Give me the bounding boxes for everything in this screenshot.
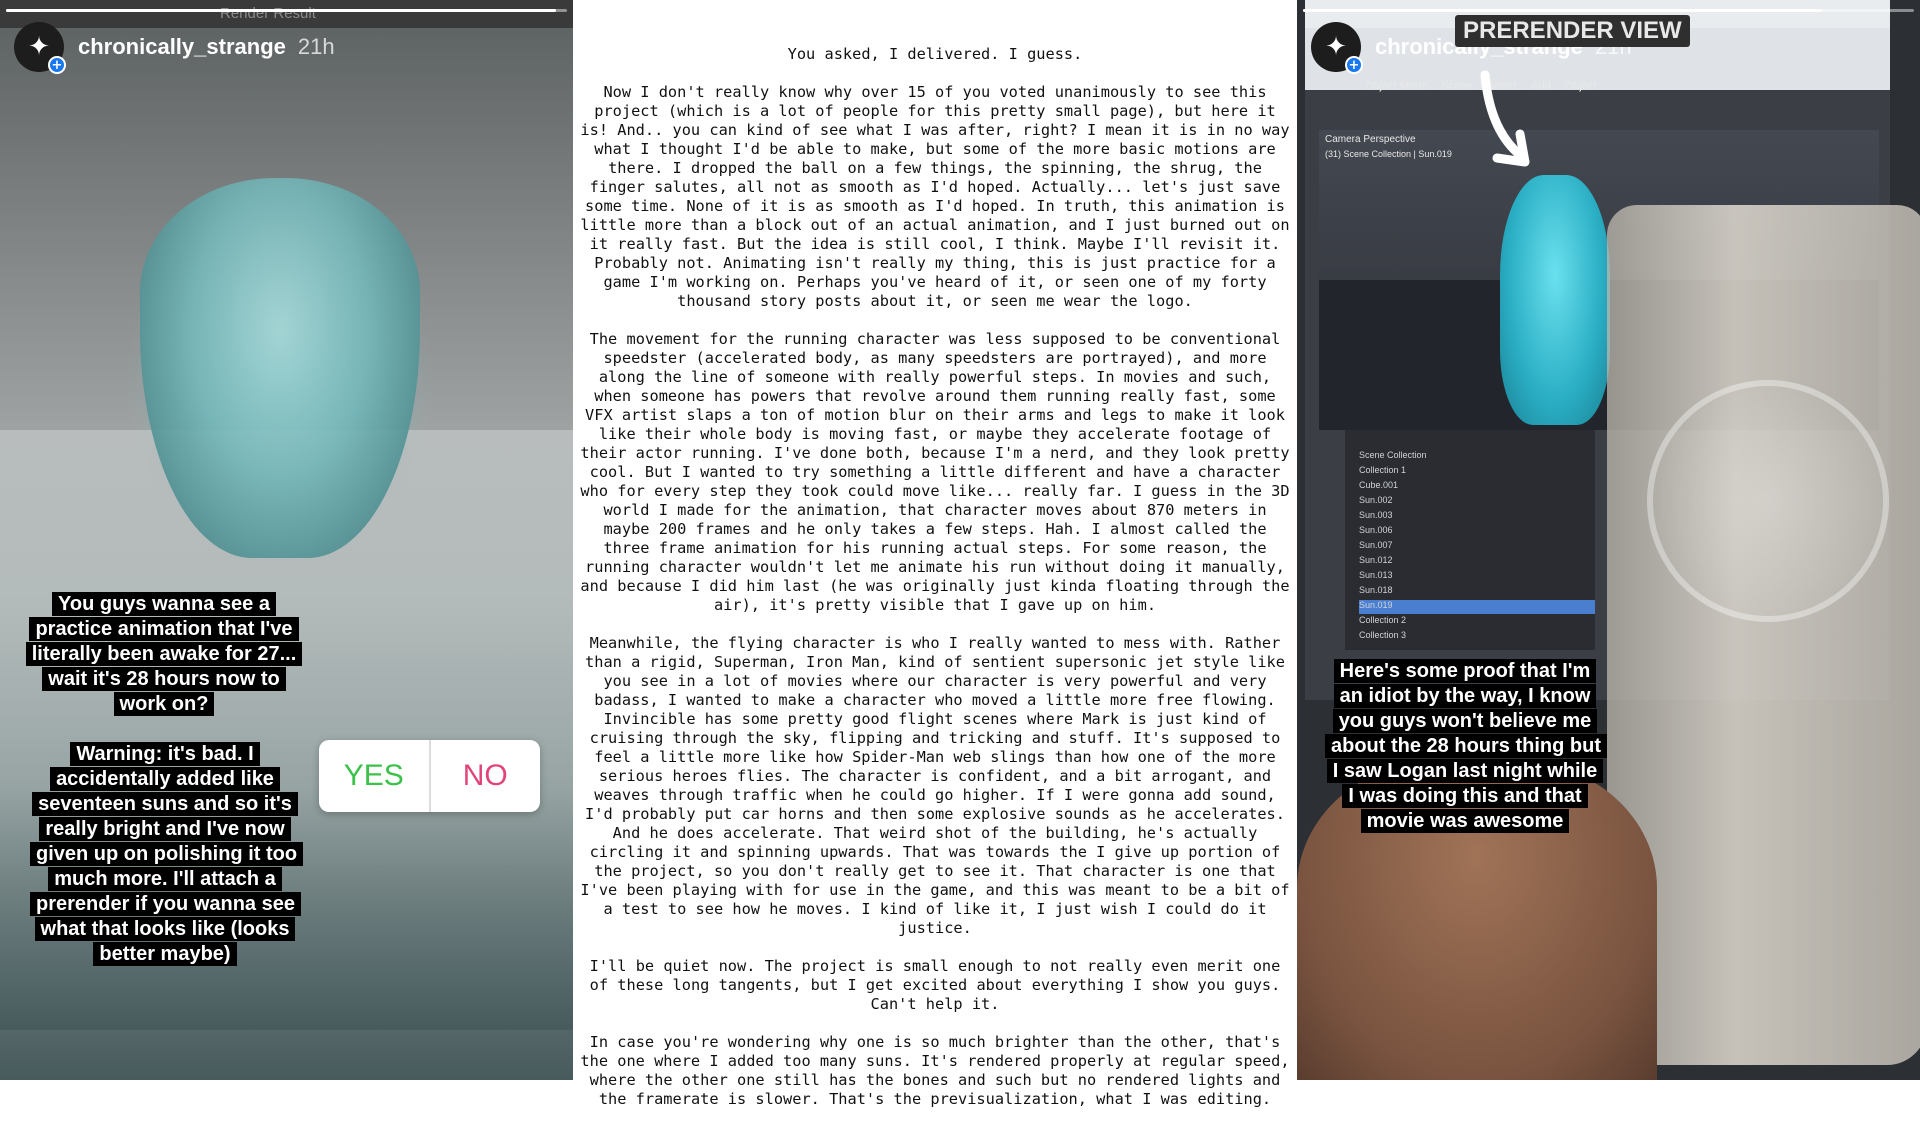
outliner-row: Sun.007 xyxy=(1359,540,1393,550)
text-paragraph: You asked, I delivered. I guess. xyxy=(787,45,1083,63)
outliner-row: Scene Collection xyxy=(1359,450,1427,460)
outliner-row: Collection 1 xyxy=(1359,465,1407,475)
poll-yes-button[interactable]: YES xyxy=(319,740,431,812)
story-progress-bar xyxy=(1303,9,1914,12)
viewport-title: Camera Perspective xyxy=(1325,134,1416,145)
add-story-icon[interactable]: + xyxy=(1345,56,1363,74)
story-text-body: You asked, I delivered. I guess. Now I d… xyxy=(577,45,1293,1128)
outliner-row: Sun.003 xyxy=(1359,510,1393,520)
outliner-row: Cube.001 xyxy=(1359,480,1399,490)
text-paragraph: In case you're wondering why one is so m… xyxy=(580,1033,1290,1108)
prerender-label: PRERENDER VIEW xyxy=(1455,15,1690,47)
story-text-panel: You asked, I delivered. I guess. Now I d… xyxy=(573,0,1297,1108)
outliner-row: Collection 2 xyxy=(1359,615,1407,625)
story-caption-text: Here's some proof that I'm an idiot by t… xyxy=(1325,659,1607,833)
story-progress-bar xyxy=(6,9,567,12)
story-caption: You guys wanna see a practice animation … xyxy=(20,592,308,717)
viewport-subtitle: (31) Scene Collection | Sun.019 xyxy=(1325,149,1452,159)
avatar[interactable]: ✦ + xyxy=(14,22,66,74)
avatar[interactable]: ✦ + xyxy=(1311,22,1363,74)
poll-no-button[interactable]: NO xyxy=(431,740,541,812)
story-caption-text: You guys wanna see a practice animation … xyxy=(25,592,303,716)
text-paragraph: The movement for the running character w… xyxy=(580,330,1290,614)
blender-menu-item: Scene xyxy=(1441,80,1473,92)
story-progress-fill xyxy=(6,9,556,12)
blender-menu-item: Object xyxy=(1564,80,1597,92)
story-caption: Here's some proof that I'm an idiot by t… xyxy=(1325,659,1607,834)
left-story-panel[interactable]: Render Result ✦ + chronically_strange 21… xyxy=(0,0,573,1080)
blender-mode: Object Mode xyxy=(1365,80,1428,92)
outliner-row: Sun.012 xyxy=(1359,555,1393,565)
post-time: 21h xyxy=(297,34,335,59)
story-warning-text: Warning: it's bad. I accidentally added … xyxy=(30,742,304,966)
text-paragraph: Now I don't really know why over 15 of y… xyxy=(580,83,1290,310)
text-paragraph: Meanwhile, the flying character is who I… xyxy=(580,634,1290,937)
outliner-row: Sun.013 xyxy=(1359,570,1393,580)
story-header[interactable]: ✦ + chronically_strange 21h xyxy=(14,22,335,74)
outliner-row: Sun.018 xyxy=(1359,585,1393,595)
rig-character xyxy=(1500,175,1610,425)
outliner-row: Sun.002 xyxy=(1359,495,1393,505)
render-model xyxy=(140,178,420,558)
render-window-title: Render Result xyxy=(220,5,316,22)
story-progress-fill xyxy=(1303,9,1823,12)
add-story-icon[interactable]: + xyxy=(48,56,66,74)
cup-logo xyxy=(1647,380,1889,622)
outliner-row: Sun.006 xyxy=(1359,525,1393,535)
text-paragraph: I'll be quiet now. The project is small … xyxy=(589,957,1281,1013)
poll-sticker[interactable]: YES NO xyxy=(319,740,540,812)
avatar-figure-icon: ✦ xyxy=(1325,32,1347,62)
arrow-icon xyxy=(1480,70,1530,167)
avatar-figure-icon: ✦ xyxy=(28,32,50,62)
outliner-row: Collection 3 xyxy=(1359,630,1407,640)
username[interactable]: chronically_strange xyxy=(78,34,286,60)
outliner-toolbar xyxy=(1345,430,1595,450)
outliner-row-selected: Sun.019 xyxy=(1359,600,1595,614)
right-story-panel[interactable]: Object Mode Scene Select Add Object Came… xyxy=(1297,0,1920,1080)
story-warning-caption: Warning: it's bad. I accidentally added … xyxy=(30,742,304,967)
blender-outliner: Scene Collection Collection 1 Cube.001 S… xyxy=(1345,430,1595,650)
